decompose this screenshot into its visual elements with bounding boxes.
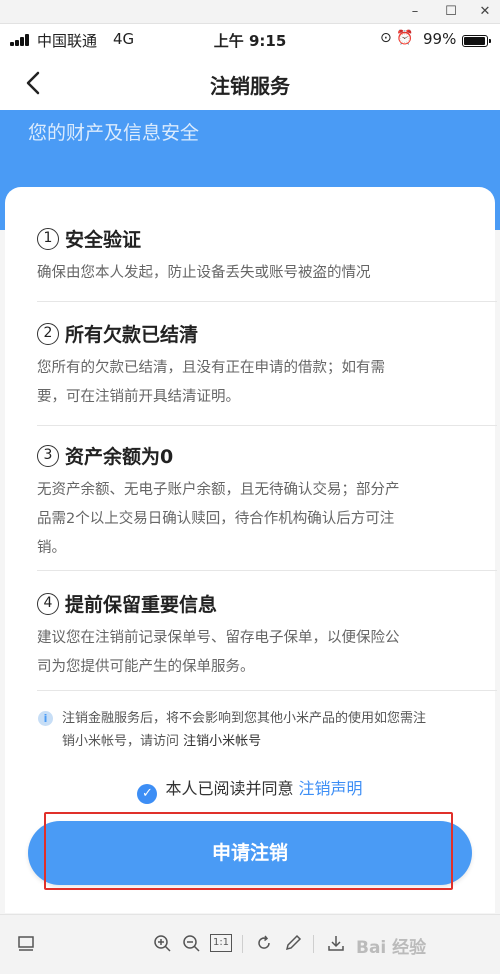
requirement-item: 3 资产余额为0 无资产余额、无电子账户余额，且无待确认交易；部分产 品需2个以上… xyxy=(37,442,467,563)
toolbar-separator xyxy=(313,935,314,953)
agreement-text: 本人已阅读并同意 xyxy=(165,779,299,798)
status-bar: 中国联通 4G 上午 9:15 ⊙ ⏰ 99% xyxy=(0,24,500,56)
number-badge: 4 xyxy=(37,592,59,615)
item-desc-line: 无资产余额、无电子账户余额，且无待确认交易；部分产 xyxy=(37,482,400,498)
highlight-box xyxy=(44,812,453,890)
viewer-toolbar: 1:1 Bai 经验 xyxy=(0,914,500,974)
actual-size-icon[interactable]: 1:1 xyxy=(210,934,232,952)
item-title: 资产余额为0 xyxy=(65,446,174,468)
cancellation-statement-link[interactable]: 注销声明 xyxy=(299,779,363,798)
notice-line: 注销金融服务后，将不会影响到您其他小米产品的使用如您需注 xyxy=(62,711,427,726)
zoom-in-icon[interactable] xyxy=(152,933,172,953)
edit-icon[interactable] xyxy=(283,933,303,953)
item-desc-line: 您所有的欠款已结清，且没有正在申请的借款；如有需 xyxy=(37,360,385,376)
page-title: 注销服务 xyxy=(210,74,290,98)
number-badge: 3 xyxy=(37,444,59,467)
requirement-item: 1 安全验证 确保由您本人发起，防止设备丢失或账号被盗的情况 xyxy=(37,225,467,288)
item-title: 安全验证 xyxy=(65,229,142,251)
requirement-item: 2 所有欠款已结清 您所有的欠款已结清，且没有正在申请的借款；如有需 要，可在注销… xyxy=(37,320,467,412)
item-desc-line: 司为您提供可能产生的保单服务。 xyxy=(37,659,255,675)
screen-icon[interactable] xyxy=(16,933,36,953)
divider xyxy=(37,690,497,691)
toolbar-separator xyxy=(242,935,243,953)
download-icon[interactable] xyxy=(326,933,346,953)
item-desc-line: 确保由您本人发起，防止设备丢失或账号被盗的情况 xyxy=(37,265,371,281)
watermark: Bai 经验 xyxy=(356,938,427,958)
number-badge: 2 xyxy=(37,322,59,345)
window-maximize-button[interactable]: ☐ xyxy=(436,2,466,22)
alarm-icon: ⏰ xyxy=(396,30,414,46)
item-title: 所有欠款已结清 xyxy=(65,324,199,346)
item-desc-line: 建议您在注销前记录保单号、留存电子保单，以便保险公 xyxy=(37,630,400,646)
item-desc-line: 要，可在注销前开具结清证明。 xyxy=(37,389,240,405)
requirement-item: 4 提前保留重要信息 建议您在注销前记录保单号、留存电子保单，以便保险公 司为您提… xyxy=(37,590,467,682)
window-minimize-button[interactable]: – xyxy=(400,2,430,22)
status-icons: ⊙ ⏰ xyxy=(380,30,414,46)
item-title: 提前保留重要信息 xyxy=(65,594,218,616)
rotate-icon[interactable] xyxy=(254,933,274,953)
number-badge: 1 xyxy=(37,227,59,250)
banner-text: 您的财产及信息安全 xyxy=(28,122,200,144)
agreement-checkbox[interactable]: ✓ xyxy=(137,784,158,804)
notice-line: 销小米帐号，请访问 xyxy=(62,734,184,749)
window-close-button[interactable]: ✕ xyxy=(470,2,500,22)
notice: i 注销金融服务后，将不会影响到您其他小米产品的使用如您需注 销小米帐号，请访问… xyxy=(38,707,478,753)
divider xyxy=(37,301,497,302)
checkmark-icon: ✓ xyxy=(141,786,153,801)
zoom-out-icon[interactable] xyxy=(181,933,201,953)
divider xyxy=(37,425,497,426)
cancel-mi-account-link[interactable]: 注销小米帐号 xyxy=(183,734,261,749)
battery-icon xyxy=(462,35,491,47)
window-title-bar: – ☐ ✕ xyxy=(0,0,500,24)
nav-bar: 注销服务 xyxy=(0,56,500,110)
battery-percent: 99% xyxy=(423,30,457,48)
agreement-row: ✓ 本人已阅读并同意 注销声明 xyxy=(5,775,495,804)
item-desc-line: 品需2个以上交易日确认赎回，待合作机构确认后方可注 xyxy=(37,511,395,527)
orientation-lock-icon: ⊙ xyxy=(380,30,392,46)
info-icon: i xyxy=(38,711,53,726)
divider xyxy=(37,570,497,571)
item-desc-line: 销。 xyxy=(37,540,66,556)
cancellation-card: 1 安全验证 确保由您本人发起，防止设备丢失或账号被盗的情况 2 所有欠款已结清 您… xyxy=(5,187,497,913)
